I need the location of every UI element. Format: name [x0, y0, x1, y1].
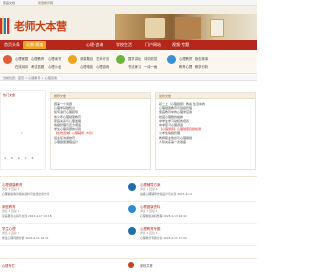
panel-title: 最新文章: [159, 94, 172, 98]
category-icon: [3, 55, 12, 64]
site-logo-title[interactable]: 老师大本营: [14, 18, 67, 34]
breadcrumb: 当前位置：首页 > 心理教育 > 心理咨询: [0, 75, 257, 81]
forum-desc[interactable]: 心理教育专题讨论 2023-4-11 17:20: [140, 236, 187, 240]
forum-icon: [128, 183, 136, 191]
nav-item-video[interactable]: 视频·专题: [172, 42, 189, 48]
subnav-link[interactable]: 国学讲坛: [128, 56, 141, 61]
section-icon: [128, 262, 134, 268]
subnav-link[interactable]: 诗词欣赏: [144, 56, 157, 61]
site-header: 老师大本营: [0, 6, 257, 44]
logo-icon: [0, 18, 10, 34]
forum-meta: 浏览 1 回复 1: [140, 187, 158, 191]
forum-meta: 浏览 1 回复 1: [2, 231, 20, 235]
panel-header: 推荐文章: [51, 93, 150, 99]
subnav-link[interactable]: 在线测评: [15, 64, 28, 69]
panel-header: 最新文章: [156, 93, 255, 99]
nav-item-portal[interactable]: 门户网站: [145, 42, 161, 48]
subnav-link[interactable]: 励志故事: [195, 56, 208, 61]
subnav-link[interactable]: 教育心理: [179, 64, 192, 69]
sub-navigation: 心理家园 心理教育 在线测评 考试答题 心理读书 心理沙龙 测量题目 艺术疗法 …: [0, 50, 257, 74]
article-list: 题第一个问题 心理学基础知识 如何进行心理疏导 青少年心理健康教育 家庭关系与儿…: [54, 102, 95, 144]
forum-icon: [128, 227, 136, 235]
top-left-text: 家庭文档: [3, 1, 16, 5]
banner-desk-shape: [175, 17, 201, 39]
forum-icon: [128, 205, 136, 213]
nav-item-home[interactable]: 首页头条: [4, 42, 20, 48]
banner-paper-shape: [210, 19, 224, 37]
subnav-link[interactable]: 心理教育: [31, 56, 44, 61]
forum-desc[interactable]: 学生心理问题分析 2023-4-11 10:11: [2, 236, 49, 240]
subnav-link[interactable]: 心理读书: [48, 56, 61, 61]
forum-desc[interactable]: 心理健康资料整理 2023-4-13 16:42: [140, 214, 187, 218]
forum-desc[interactable]: 家庭教育心得与交流 2023-4-17 10:16: [2, 214, 52, 218]
subnav-link[interactable]: 教学分析: [195, 64, 208, 69]
subnav-link[interactable]: 心理游戏: [96, 64, 109, 69]
sidebar-count: 1: [21, 131, 23, 135]
forum-meta: 浏览 1 回复 1: [140, 231, 158, 235]
latest-panel: 最新文章 初二上（心理健康）教案 生活中的 心理健康教育与班级管理 家庭教育中的…: [155, 92, 256, 170]
banner-book-shape: [145, 18, 165, 38]
forum-row: 心理健康教育 浏览 3 回复 1 心理健康教育相关资料与在线交流分享 心理辅导方…: [0, 180, 257, 202]
psychology-icon: [68, 55, 77, 64]
subnav-link[interactable]: 心理沙龙: [48, 64, 61, 69]
nav-item-school-life[interactable]: 学校生活: [116, 42, 132, 48]
section-title[interactable]: 心理专栏: [2, 263, 15, 269]
forum-meta: 浏览 1 回复 1: [2, 209, 20, 213]
pagination[interactable]: 4 5 6 7 8: [4, 156, 35, 160]
subnav-link[interactable]: 心理教育: [179, 56, 192, 61]
forum-meta: 浏览 1 回复 1: [140, 209, 158, 213]
recommended-panel: 推荐文章 题第一个问题 心理学基础知识 如何进行心理疏导 青少年心理健康教育 家…: [50, 92, 151, 170]
education-icon: [167, 55, 176, 64]
subnav-link[interactable]: 艺术疗法: [96, 56, 109, 61]
forum-row: 学生心理 浏览 1 回复 1 学生心理问题分析 2023-4-11 10:11 …: [0, 224, 257, 246]
nav-item-essays[interactable]: 论教·随笔: [23, 41, 47, 49]
forum-meta: 浏览 3 回复 1: [2, 187, 20, 191]
top-site-link[interactable]: 凤凰教育网: [38, 1, 53, 5]
panel-title: 推荐文章: [54, 94, 67, 98]
forum-desc[interactable]: 心理健康教育相关资料与在线交流分享: [2, 192, 50, 196]
sidebar-heading: 热门文章: [3, 93, 16, 97]
main-nav: 首页头条 论教·随笔 心理·咨询 学校生活 门户网站 视频·专题: [0, 40, 257, 50]
divider: [0, 258, 257, 259]
subnav-link[interactable]: 书法练习: [128, 64, 141, 69]
subnav-link[interactable]: 测量题目: [80, 56, 93, 61]
subnav-link[interactable]: 考试答题: [31, 64, 44, 69]
article-list: 初二上（心理健康）教案 生活中的 心理健康教育与班级管理 家庭教育中的心理学应用…: [159, 102, 205, 144]
subnav-link[interactable]: 心理家园: [15, 56, 28, 61]
sidebar-hot-articles: 热门文章 1 4 5 6 7 8: [0, 90, 46, 170]
breadcrumb-text: 当前位置：首页 > 心理教育 > 心理咨询: [3, 76, 57, 80]
list-item[interactable]: 心理健康课程设计: [54, 140, 95, 144]
list-item[interactable]: 人际关系第一次讲座: [159, 140, 205, 144]
list-item[interactable]: 【在线咨询】心理辅导（5月）: [54, 131, 95, 135]
section-title[interactable]: 家校共育: [140, 263, 153, 269]
subnav-link[interactable]: 心理电影: [80, 64, 93, 69]
culture-icon: [116, 55, 125, 64]
nav-item-psychology[interactable]: 心理·咨询: [86, 42, 103, 48]
subnav-link[interactable]: 一诗一画: [144, 64, 157, 69]
divider: [0, 176, 257, 177]
forum-desc[interactable]: 班级心理辅导方案设计与交流 2023-4-14: [140, 192, 192, 196]
forum-row: 家庭教育 浏览 1 回复 1 家庭教育心得与交流 2023-4-17 10:16…: [0, 202, 257, 224]
